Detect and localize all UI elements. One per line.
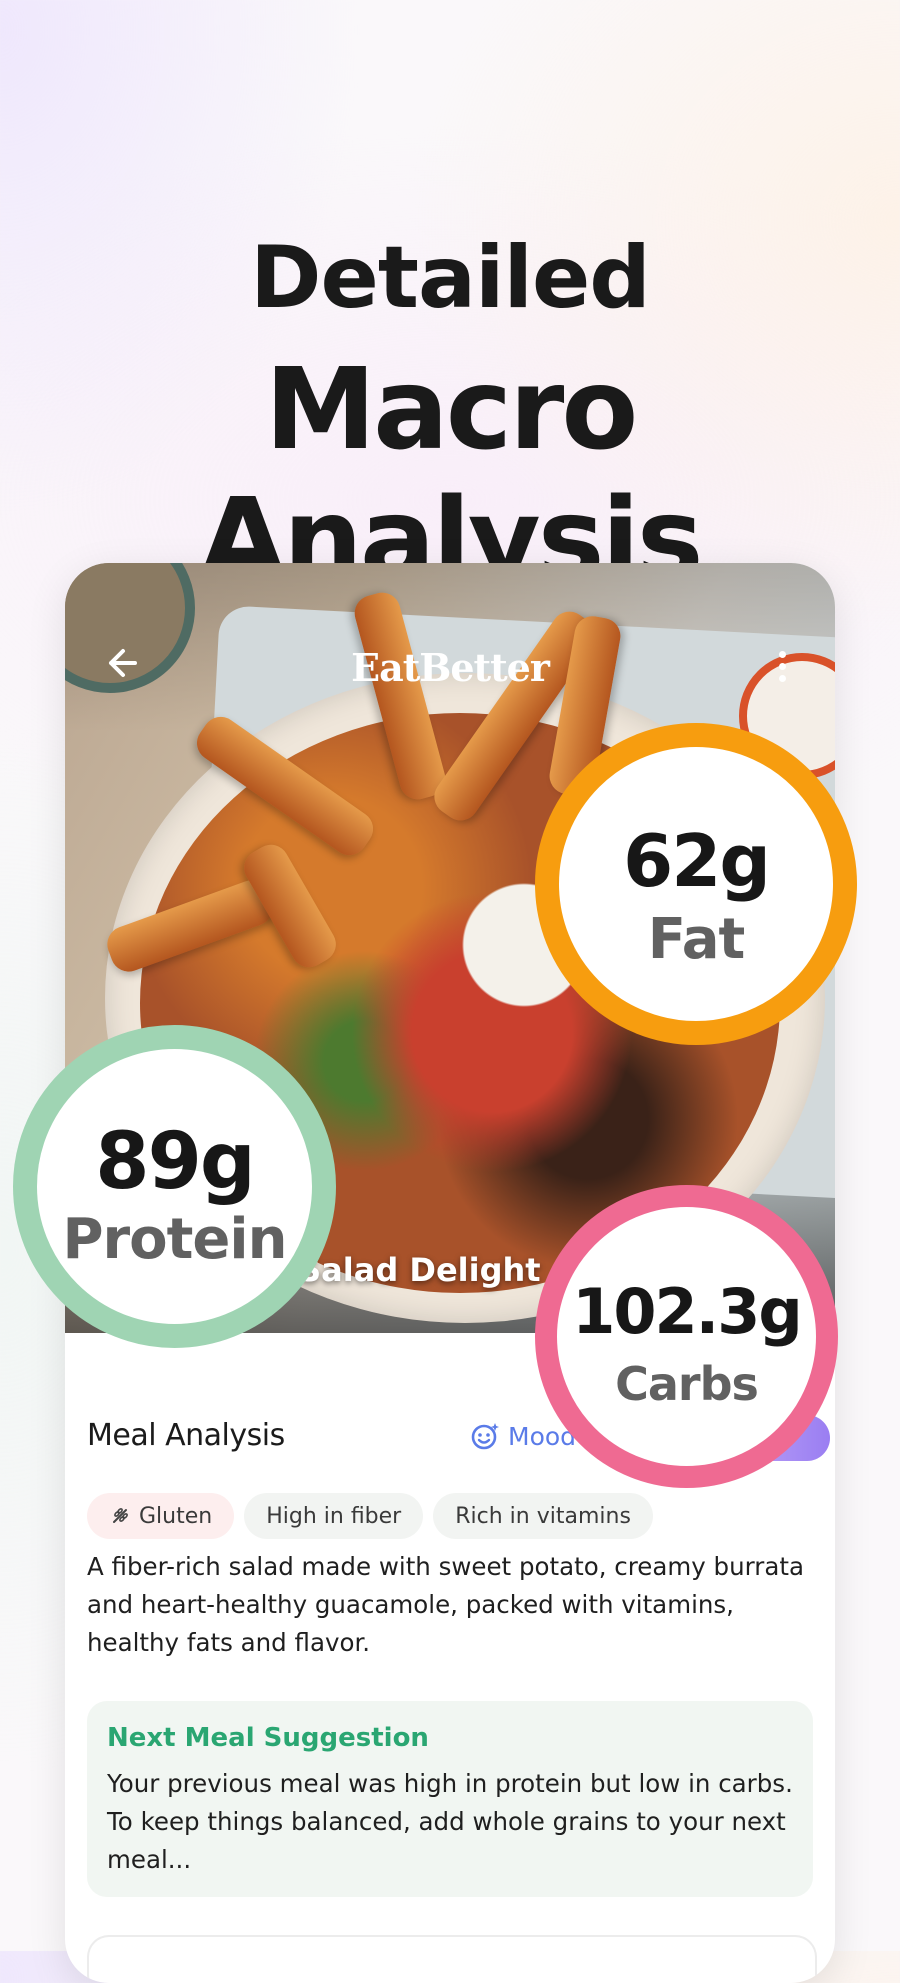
suggestion-body: Your previous meal was high in protein b… <box>107 1769 793 1874</box>
tag-gluten[interactable]: Gluten <box>87 1493 235 1539</box>
protein-macro-badge: 89g Protein <box>13 1025 336 1348</box>
fat-label: Fat <box>647 907 746 972</box>
tag-label: Rich in vitamins <box>455 1503 631 1529</box>
tag-high-in-fiber[interactable]: High in fiber <box>244 1493 424 1539</box>
tag-rich-in-vitamins[interactable]: Rich in vitamins <box>433 1493 653 1539</box>
fat-macro-badge: 62g Fat <box>535 723 857 1045</box>
next-meal-suggestion-card[interactable]: Next Meal Suggestion Your previous meal … <box>87 1701 813 1897</box>
tag-label: High in fiber <box>266 1503 402 1529</box>
suggestion-title: Next Meal Suggestion <box>107 1723 429 1753</box>
meal-analysis-title: Meal Analysis <box>87 1418 285 1453</box>
protein-value: 89g <box>95 1117 255 1207</box>
smile-sparkle-icon <box>471 1423 499 1450</box>
meal-description: A fiber-rich salad made with sweet potat… <box>87 1552 804 1657</box>
next-card-edge <box>87 1935 817 1983</box>
app-title: EatBetter <box>351 645 550 690</box>
headline-line-1: Detailed <box>250 228 651 328</box>
carbs-label: Carbs <box>615 1357 759 1411</box>
no-gluten-icon <box>113 1508 128 1523</box>
carbs-macro-badge: 102.3g Carbs <box>535 1185 838 1488</box>
more-menu-icon[interactable] <box>779 651 787 685</box>
tag-list: Gluten High in fiber Rich in vitamins <box>87 1493 653 1539</box>
mood-button[interactable]: Mood <box>470 1421 576 1451</box>
fat-value: 62g <box>623 819 771 903</box>
protein-label: Protein <box>62 1207 288 1272</box>
carbs-value: 102.3g <box>572 1275 803 1348</box>
tag-label: Gluten <box>139 1503 213 1529</box>
